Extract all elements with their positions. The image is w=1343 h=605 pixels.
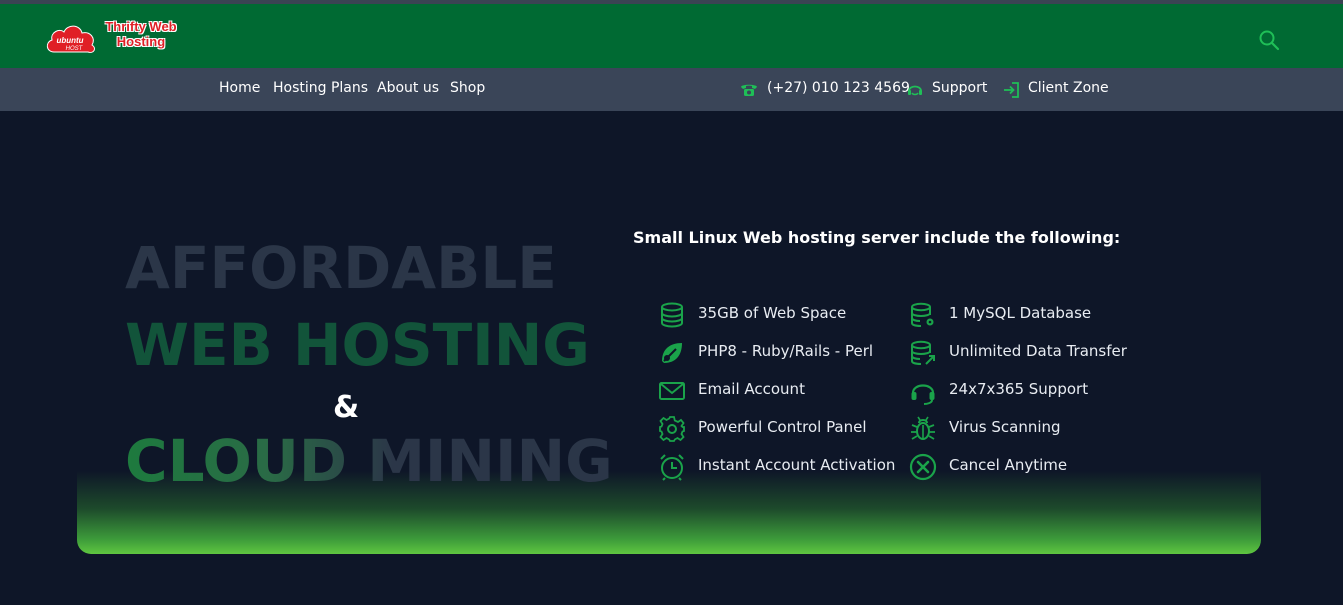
site-logo[interactable]: ubuntu HOST Thrifty Web Hosting	[44, 18, 184, 58]
nav-phone[interactable]: (+27) 010 123 4569	[767, 80, 910, 96]
search-button[interactable]	[1257, 28, 1281, 52]
code-leaf-icon	[662, 343, 682, 363]
feature-label: Email Account	[698, 380, 805, 398]
cloud-logo-icon: ubuntu HOST	[46, 25, 96, 53]
headset-icon	[911, 384, 935, 405]
hero-line-cloud-mining: CLOUD MINING	[125, 427, 613, 495]
svg-text:HOST: HOST	[66, 46, 84, 52]
database-gear-icon	[911, 302, 934, 327]
hero-line-web-hosting: WEB HOSTING	[125, 311, 590, 379]
nav-home[interactable]: Home	[219, 80, 260, 96]
feature-label: Virus Scanning	[949, 418, 1061, 436]
hero-banner: AFFORDABLE WEB HOSTING & CLOUD MINING Sm…	[77, 176, 1261, 554]
feature-label: 35GB of Web Space	[698, 304, 847, 322]
main-nav: Home Hosting Plans About us Shop (+27) 0…	[0, 68, 1343, 111]
database-transfer-icon	[911, 340, 935, 365]
nav-shop[interactable]: Shop	[450, 80, 485, 96]
feature-label: Unlimited Data Transfer	[949, 342, 1127, 360]
login-icon	[1002, 81, 1022, 99]
features-title: Small Linux Web hosting server include t…	[633, 228, 1121, 247]
database-icon	[661, 302, 683, 328]
feature-label: 1 MySQL Database	[949, 304, 1092, 322]
nav-support[interactable]: Support	[932, 80, 987, 96]
feature-label: PHP8 - Ruby/Rails - Perl	[698, 342, 874, 360]
envelope-icon	[659, 382, 685, 400]
cancel-circle-icon	[909, 453, 937, 481]
nav-client-zone[interactable]: Client Zone	[1028, 80, 1109, 96]
nav-hosting-plans[interactable]: Hosting Plans	[273, 80, 368, 96]
feature-label: 24x7x365 Support	[949, 380, 1089, 398]
feature-label: Instant Account Activation	[698, 456, 896, 474]
hero-line-affordable: AFFORDABLE	[125, 234, 557, 302]
nav-about-us[interactable]: About us	[377, 80, 439, 96]
alarm-clock-icon	[660, 454, 684, 481]
site-header: ubuntu HOST Thrifty Web Hosting	[0, 4, 1343, 68]
phone-icon	[739, 81, 759, 99]
search-icon	[1259, 30, 1280, 51]
support-headset-icon	[906, 81, 926, 99]
feature-label: Cancel Anytime	[949, 456, 1068, 474]
svg-text:ubuntu: ubuntu	[56, 36, 83, 45]
logo-text: Thrifty Web Hosting	[105, 19, 177, 49]
gear-icon	[659, 416, 685, 442]
feature-label: Powerful Control Panel	[698, 418, 867, 436]
bug-icon	[911, 416, 935, 440]
hero-ampersand: &	[333, 390, 360, 425]
